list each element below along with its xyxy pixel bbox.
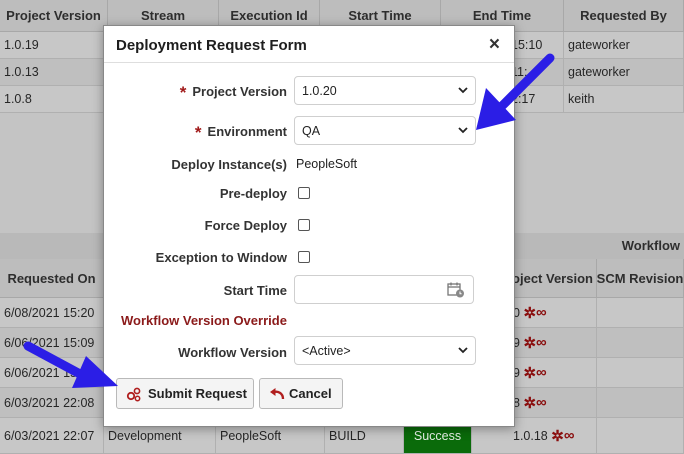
- col-requested-by[interactable]: Requested By: [564, 0, 684, 32]
- chevron-down-icon: [458, 347, 468, 354]
- dialog-title: Deployment Request Form: [116, 37, 307, 54]
- cell-requested-by: keith: [564, 86, 684, 113]
- exception-window-label: Exception to Window: [155, 250, 287, 265]
- col-requested-on[interactable]: Requested On: [0, 259, 104, 298]
- project-version-select[interactable]: 1.0.20: [294, 76, 476, 105]
- gear-icon[interactable]: ✲: [523, 394, 536, 412]
- required-marker: *: [179, 83, 187, 102]
- cell-version: 0 ✲ ∞: [509, 298, 597, 328]
- col-version[interactable]: oject Version: [509, 259, 597, 298]
- deploy-instance-value: PeopleSoft: [296, 157, 358, 171]
- calendar-clock-icon[interactable]: [447, 282, 465, 298]
- cell-requested-on: 6/08/2021 15:20: [0, 298, 104, 328]
- pre-deploy-checkbox[interactable]: [298, 187, 310, 199]
- gear-icon[interactable]: ✲: [551, 427, 564, 445]
- cancel-button[interactable]: Cancel: [259, 378, 343, 409]
- cancel-label: Cancel: [289, 386, 332, 401]
- label-text: Project Version: [192, 84, 287, 99]
- cell-requested-by: gateworker: [564, 32, 684, 59]
- start-time-label: Start Time: [223, 283, 287, 298]
- selected-value: QA: [302, 123, 321, 138]
- cell-requested-on: 6/06/2021 15:0: [0, 358, 104, 388]
- deployment-request-dialog: Deployment Request Form × * Project Versi…: [103, 25, 515, 427]
- force-deploy-checkbox[interactable]: [298, 219, 310, 231]
- cell-version: 1.0.18 ✲ ∞: [509, 418, 597, 454]
- share-icon[interactable]: ∞: [536, 304, 547, 321]
- workflow-version-select[interactable]: <Active>: [294, 336, 476, 365]
- deploy-instance-label: Deploy Instance(s): [171, 157, 287, 172]
- cell-project-version: 1.0.8: [0, 86, 108, 113]
- required-marker: *: [194, 123, 202, 142]
- gear-icon[interactable]: ✲: [523, 304, 536, 322]
- col-project-version[interactable]: Project Version: [0, 0, 108, 32]
- submit-label: Submit Request: [148, 386, 247, 401]
- undo-icon: [269, 387, 285, 401]
- gear-icon[interactable]: ✲: [523, 334, 536, 352]
- share-nodes-icon: [126, 386, 142, 402]
- cell-scm: [597, 358, 684, 388]
- share-icon[interactable]: ∞: [536, 334, 547, 351]
- cell-scm: [597, 388, 684, 418]
- cell-requested-on: 6/03/2021 22:08: [0, 388, 104, 418]
- pre-deploy-label: Pre-deploy: [219, 186, 287, 201]
- share-icon[interactable]: ∞: [536, 394, 547, 411]
- gear-icon[interactable]: ✲: [523, 364, 536, 382]
- exception-window-checkbox[interactable]: [298, 251, 310, 263]
- workflow-label: Workflow: [621, 238, 680, 253]
- environment-label: * Environment: [195, 123, 287, 143]
- cell-version: 8 ✲ ∞: [509, 388, 597, 418]
- divider: [104, 62, 514, 63]
- submit-request-button[interactable]: Submit Request: [116, 378, 254, 409]
- cell-scm: [597, 298, 684, 328]
- cell-project-version: 1.0.13: [0, 59, 108, 86]
- label-text: Environment: [207, 124, 287, 139]
- close-icon[interactable]: ×: [489, 34, 500, 56]
- cell-requested-on: 6/06/2021 15:09: [0, 328, 104, 358]
- start-time-input[interactable]: [294, 275, 474, 304]
- version-text: 1.0.18: [513, 428, 548, 443]
- chevron-down-icon: [458, 127, 468, 134]
- cell-version: 9 ✲ ∞: [509, 358, 597, 388]
- selected-value: 1.0.20: [302, 83, 337, 98]
- cell-requested-on: 6/03/2021 22:07: [0, 418, 104, 454]
- workflow-override-heading: Workflow Version Override: [121, 313, 287, 328]
- force-deploy-label: Force Deploy: [204, 218, 287, 233]
- share-icon[interactable]: ∞: [564, 427, 575, 444]
- environment-select[interactable]: QA: [294, 116, 476, 145]
- cell-project-version: 1.0.19: [0, 32, 108, 59]
- cell-requested-by: gateworker: [564, 59, 684, 86]
- share-icon[interactable]: ∞: [536, 364, 547, 381]
- selected-value: <Active>: [302, 343, 351, 358]
- chevron-down-icon: [458, 87, 468, 94]
- workflow-version-label: Workflow Version: [178, 345, 287, 360]
- col-scm-revision[interactable]: SCM Revision: [597, 259, 684, 298]
- cell-scm: [597, 328, 684, 358]
- cell-scm: [597, 418, 684, 454]
- cell-version: 9 ✲ ∞: [509, 328, 597, 358]
- project-version-label: * Project Version: [180, 83, 287, 103]
